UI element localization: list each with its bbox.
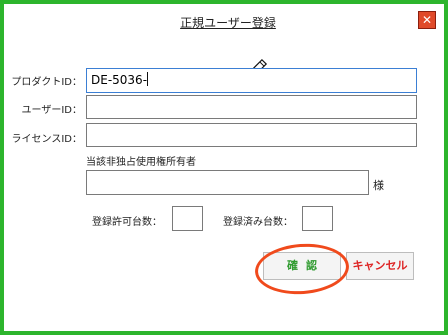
license-id-input[interactable]: [86, 123, 417, 147]
dialog-title: 正規ユーザー登録: [180, 16, 276, 30]
holder-label: 当該非独占使用権所有者: [86, 157, 196, 168]
product-id-input[interactable]: DE-5036-: [86, 68, 417, 93]
highlight-circle: [253, 240, 351, 298]
registered-count-input[interactable]: [302, 206, 333, 231]
close-button[interactable]: ✕: [418, 11, 436, 29]
cancel-button[interactable]: キャンセル: [346, 252, 414, 280]
holder-suffix: 様: [373, 179, 384, 192]
product-id-value: DE-5036-: [91, 73, 148, 87]
license-id-label: ライセンスID：: [11, 134, 82, 145]
product-id-label: プロダクトID：: [11, 77, 82, 88]
close-icon: ✕: [421, 13, 433, 27]
user-id-label: ユーザーID：: [21, 105, 82, 116]
text-cursor: [147, 72, 149, 86]
dialog-window: 正規ユーザー登録 ✕ プロダクトID： DE-5036- ユーザーID： ライセ…: [0, 0, 448, 335]
allowed-count-label: 登録許可台数：: [92, 217, 162, 228]
allowed-count-input[interactable]: [172, 206, 203, 231]
registered-count-label: 登録済み台数：: [223, 217, 293, 228]
user-id-input[interactable]: [86, 95, 417, 119]
holder-input[interactable]: [86, 170, 369, 195]
